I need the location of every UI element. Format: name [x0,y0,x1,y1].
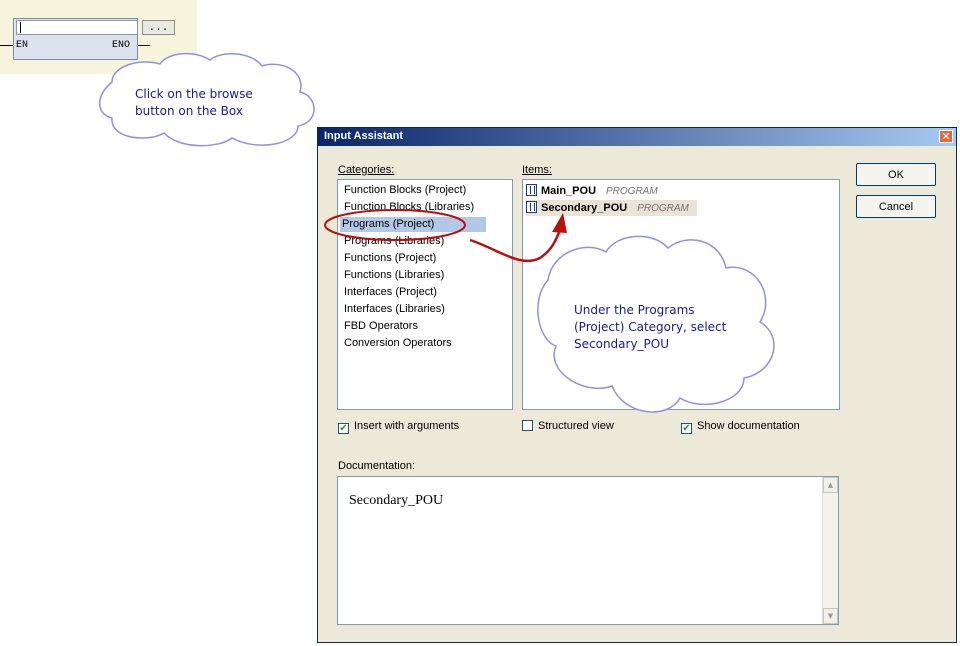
category-function-blocks-project[interactable]: Function Blocks (Project) [342,183,468,198]
insert-with-arguments-checkbox[interactable]: ✔ Insert with arguments [338,420,459,434]
callout-browse-text: Click on the browse button on the Box [135,87,253,118]
input-assistant-dialog: Input Assistant ✕ Categories: Items: Fun… [317,127,957,643]
items-label: Items: [522,164,552,176]
program-icon [526,184,537,196]
documentation-label: Documentation: [338,460,415,472]
category-interfaces-project[interactable]: Interfaces (Project) [342,285,439,300]
category-function-blocks-libraries[interactable]: Function Blocks (Libraries) [342,200,476,215]
dialog-title: Input Assistant [324,130,404,142]
ok-button[interactable]: OK [856,163,936,186]
item-type: PROGRAM [606,186,658,197]
item-name: Main_POU [541,185,597,197]
items-label-text: Items: [522,164,552,176]
categories-label: Categories: [338,164,394,176]
show-documentation-checkbox[interactable]: ✔ Show documentation [681,420,800,434]
item-type: PROGRAM [637,203,689,214]
documentation-scrollbar[interactable]: ▲ ▼ [822,477,838,624]
checkbox-check-icon[interactable]: ✔ [681,423,692,434]
insert-with-arguments-label: Insert with arguments [354,420,460,432]
checkbox-check-icon[interactable]: ✔ [338,423,349,434]
callout-select-text: Under the Programs (Project) Category, s… [574,303,727,351]
documentation-text: Secondary_POU [349,493,444,508]
show-documentation-label: Show documentation [697,420,800,432]
categories-label-text: Categories: [338,164,395,176]
category-functions-libraries[interactable]: Functions (Libraries) [342,268,446,283]
category-programs-libraries[interactable]: Programs (Libraries) [342,234,446,249]
list-item-main-pou[interactable]: Main_POU PROGRAM [526,183,666,199]
category-interfaces-libraries[interactable]: Interfaces (Libraries) [342,302,447,317]
program-icon [526,201,537,213]
scroll-down-icon[interactable]: ▼ [823,608,838,624]
scroll-up-icon[interactable]: ▲ [823,477,838,493]
checkbox-empty-icon[interactable] [522,420,533,431]
category-functions-project[interactable]: Functions (Project) [342,251,438,266]
documentation-textarea[interactable]: Secondary_POU ▲ ▼ [337,476,839,625]
item-name: Secondary_POU [541,202,628,214]
list-item-secondary-pou[interactable]: Secondary_POU PROGRAM [526,200,697,216]
structured-view-checkbox[interactable]: Structured view [522,420,614,434]
category-programs-project[interactable]: Programs (Project) [340,217,486,232]
dialog-titlebar[interactable]: Input Assistant ✕ [318,128,956,146]
documentation-label-text: Documentation: [338,460,416,472]
close-icon[interactable]: ✕ [939,130,953,143]
category-conversion-operators[interactable]: Conversion Operators [342,336,454,351]
structured-view-label: Structured view [538,420,614,432]
categories-list[interactable]: Function Blocks (Project) Function Block… [337,179,513,410]
items-list[interactable]: Main_POU PROGRAM Secondary_POU PROGRAM [522,179,840,410]
cancel-button[interactable]: Cancel [856,195,936,218]
category-fbd-operators[interactable]: FBD Operators [342,319,420,334]
